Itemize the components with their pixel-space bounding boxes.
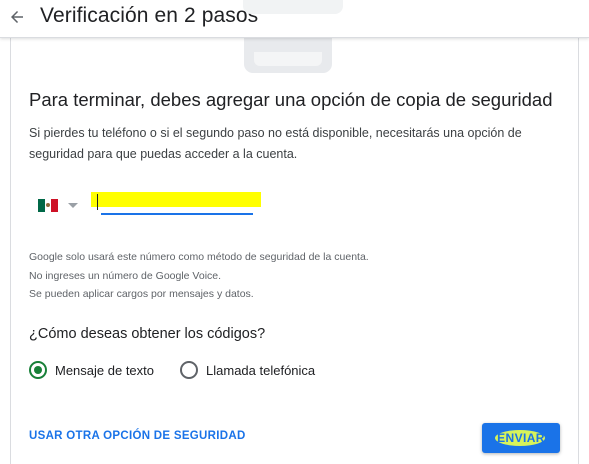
radio-button-checked[interactable] <box>29 361 47 379</box>
mexico-flag-icon <box>38 198 59 212</box>
phone-number-input[interactable] <box>97 193 253 213</box>
input-focus-underline <box>101 213 253 215</box>
use-other-option-link[interactable]: USAR OTRA OPCIÓN DE SEGURIDAD <box>29 430 246 442</box>
radio-label: Mensaje de texto <box>55 362 155 378</box>
note-line: Se pueden aplicar cargos por mensajes y … <box>29 288 254 300</box>
radio-option-phone-call[interactable]: Llamada telefónica <box>180 361 315 379</box>
send-button[interactable]: ENVIAR <box>482 423 560 453</box>
delivery-method-question: ¿Cómo deseas obtener los códigos? <box>29 326 266 342</box>
section-heading: Para terminar, debes agregar una opción … <box>29 89 553 110</box>
page-title: Verificación en 2 pasos <box>40 4 259 27</box>
delivery-method-radio-group: Mensaje de texto Llamada telefónica <box>29 359 315 381</box>
info-notes: Google solo usará este número como métod… <box>29 248 529 304</box>
back-button[interactable] <box>4 4 30 30</box>
section-description: Si pierdes tu teléfono o si el segundo p… <box>29 126 522 161</box>
note-line: Google solo usará este número como métod… <box>29 251 369 263</box>
dropdown-caret-icon <box>68 202 78 208</box>
text-cursor <box>97 194 98 210</box>
send-button-label: ENVIAR <box>497 431 545 445</box>
radio-option-text-message[interactable]: Mensaje de texto <box>29 361 154 379</box>
note-line: No ingreses un número de Google Voice. <box>29 269 222 282</box>
phone-illustration <box>244 38 332 73</box>
radio-label: Llamada telefónica <box>206 362 316 378</box>
top-decorative-strip <box>243 0 343 14</box>
radio-button-unchecked[interactable] <box>180 361 199 379</box>
country-code-select[interactable] <box>38 196 84 214</box>
arrow-back-icon <box>11 11 23 23</box>
two-step-verification-page: Verificación en 2 pasos Para terminar, d… <box>0 0 589 464</box>
